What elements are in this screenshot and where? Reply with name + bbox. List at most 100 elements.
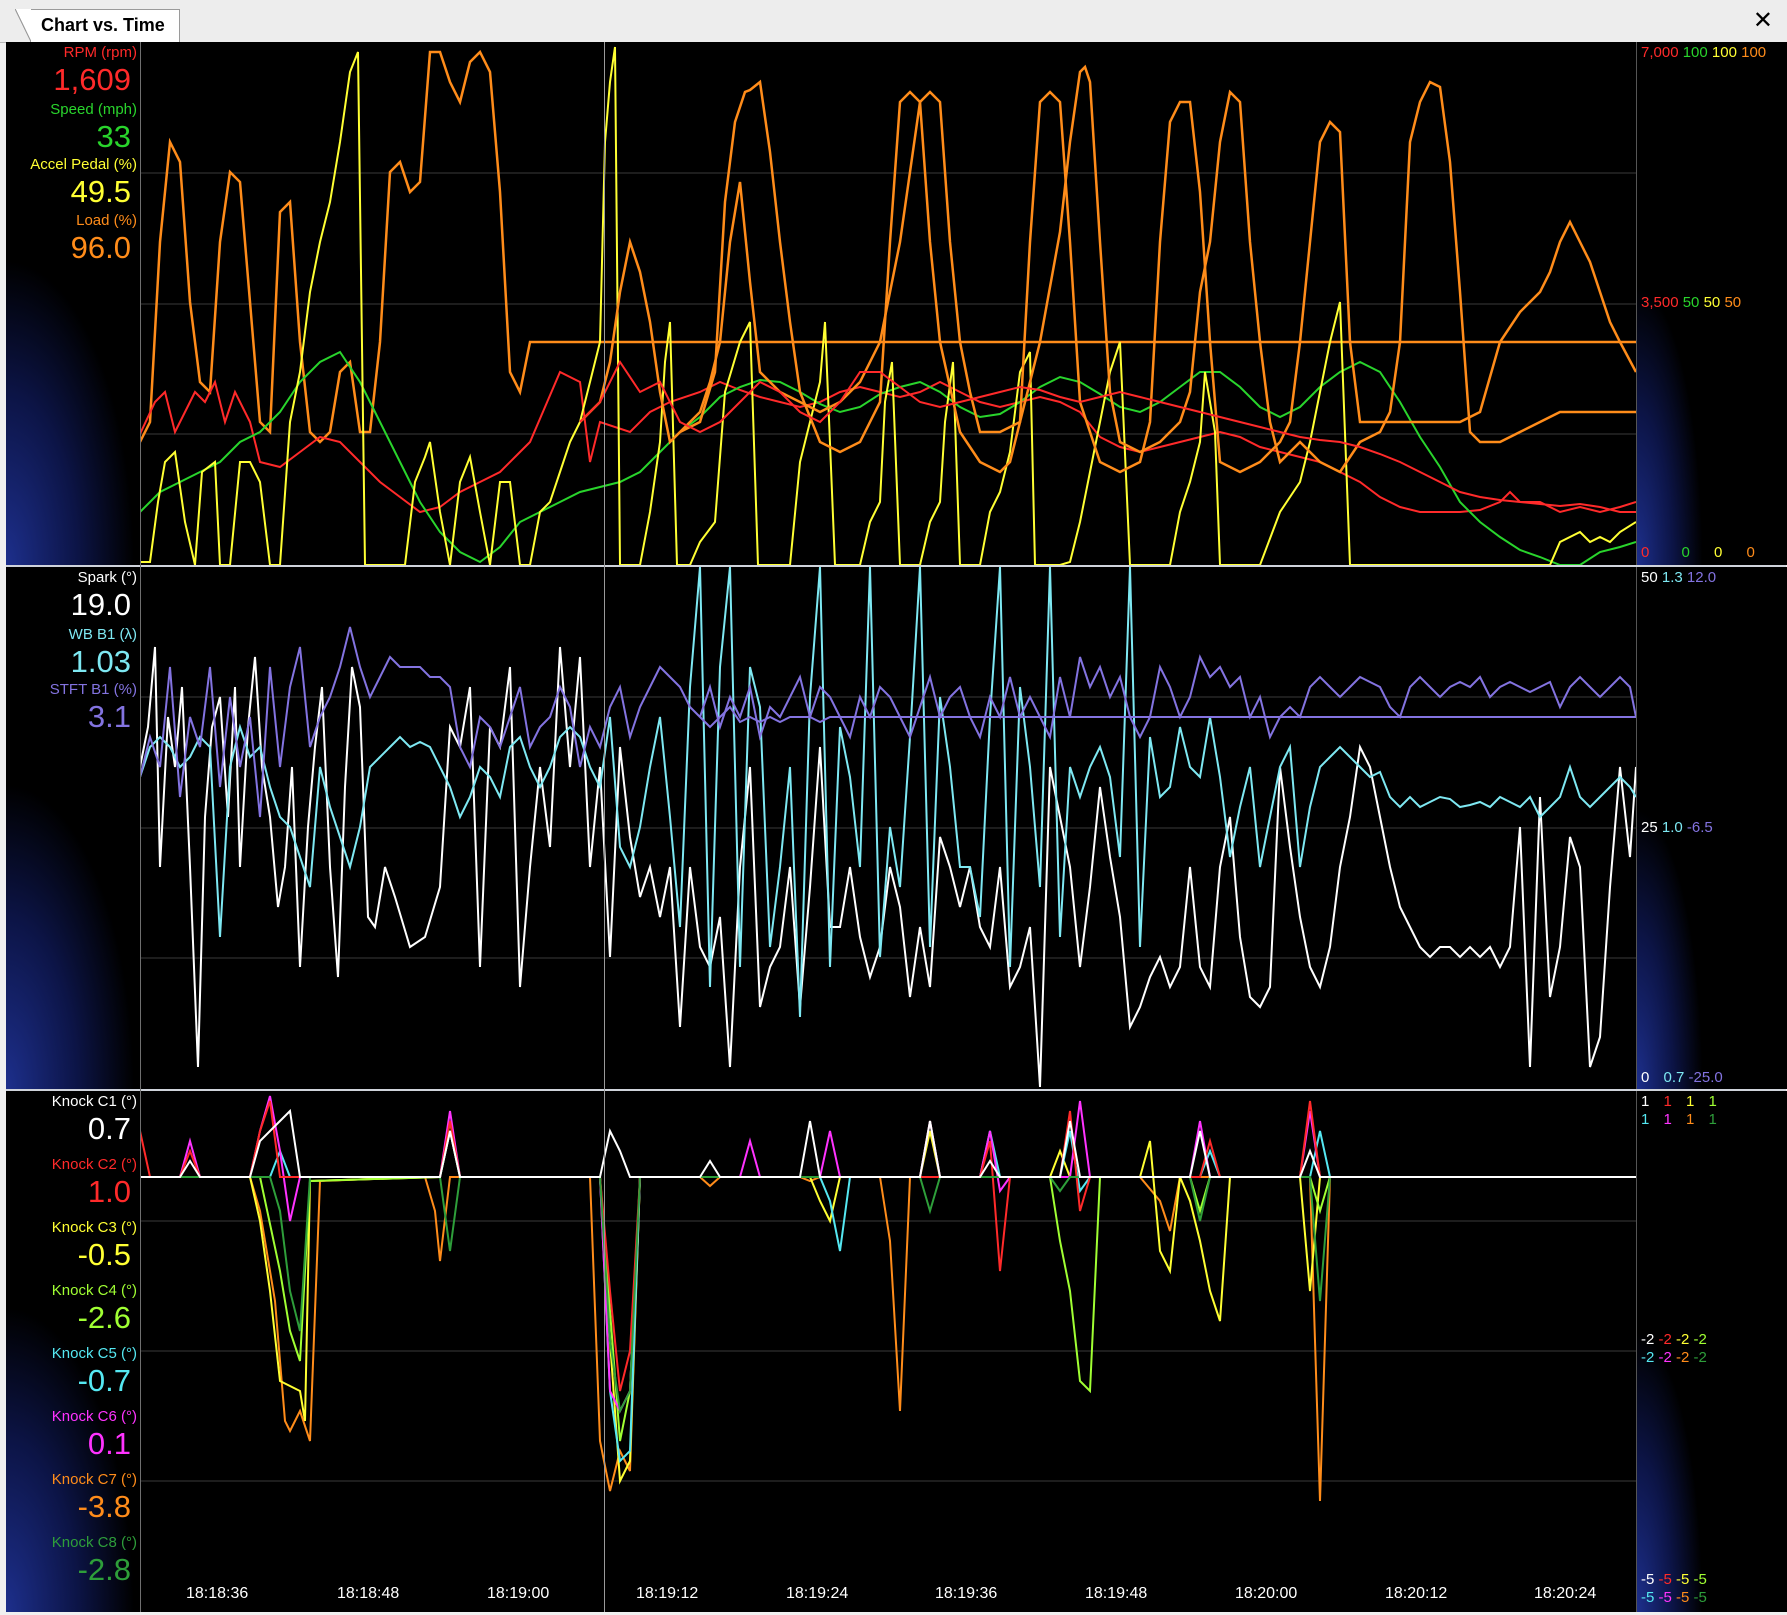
scale-value: -6.5 xyxy=(1686,819,1713,836)
knock-scale: 1 1 1 1 1 1 1 1 -2 -2 -2 -2 -2 -2 -2 -2 … xyxy=(1636,1091,1787,1612)
scale-value: 1 xyxy=(1686,1093,1695,1110)
param-name-knock-c3: Knock C3 (°) xyxy=(51,1219,137,1236)
param-name-knock-c1: Knock C1 (°) xyxy=(51,1093,137,1110)
scale-value: -2 xyxy=(1676,1349,1690,1366)
scale-top: 7,000 100 100 100 xyxy=(1641,44,1766,61)
scale-value: 3,500 xyxy=(1641,294,1679,311)
param-value-load: 96.0 xyxy=(70,230,131,265)
fuel-panel: Spark (°) 19.0 WB B1 (λ) 1.03 STFT B1 (%… xyxy=(6,567,1787,1089)
param-value-knock-c6: 0.1 xyxy=(87,1426,131,1461)
time-tick-label: 18:19:00 xyxy=(487,1585,550,1602)
series-knock-c1 xyxy=(140,1108,1636,1178)
scale-mid: -2 -2 -2 -2 xyxy=(1641,1331,1707,1348)
engine-traces xyxy=(140,46,1636,565)
knock-panel: Knock C1 (°) 0.7 Knock C2 (°) 1.0 Knock … xyxy=(6,1091,1787,1612)
scale-value: 0 xyxy=(1641,544,1650,561)
param-name-knock-c5: Knock C5 (°) xyxy=(51,1345,137,1362)
scale-value: -5 xyxy=(1641,1571,1655,1588)
scale-value: -2 xyxy=(1641,1331,1655,1348)
scale-value: -2 xyxy=(1693,1349,1707,1366)
left-axis-line xyxy=(140,42,141,1612)
scale-value: 0 xyxy=(1746,544,1755,561)
scale-value: -25.0 xyxy=(1688,1069,1723,1086)
scale-value: 1 xyxy=(1708,1093,1717,1110)
scale-value: -5 xyxy=(1641,1589,1655,1606)
scale-top: 50 1.3 12.0 xyxy=(1641,569,1716,586)
scale-value: -2 xyxy=(1658,1349,1672,1366)
param-value-knock-c4: -2.6 xyxy=(77,1300,131,1335)
series-knock-c6 xyxy=(140,1095,1636,1414)
param-name-speed: Speed (mph) xyxy=(50,101,137,118)
engine-panel: RPM (rpm) 1,609 Speed (mph) 33 Accel Ped… xyxy=(6,42,1787,565)
scale-value: -5 xyxy=(1693,1589,1707,1606)
param-name-knock-c6: Knock C6 (°) xyxy=(51,1408,137,1425)
scale-value: 1 xyxy=(1708,1111,1717,1128)
time-tick-label: 18:18:36 xyxy=(186,1585,249,1602)
param-value-wb-b1: 1.03 xyxy=(70,644,131,679)
tab-chart-vs-time[interactable]: Chart vs. Time xyxy=(15,9,180,42)
fuel-plot[interactable] xyxy=(140,567,1636,1089)
scale-value: 1 xyxy=(1641,1093,1650,1110)
param-name-knock-c2: Knock C2 (°) xyxy=(51,1156,137,1173)
engine-labels: RPM (rpm) 1,609 Speed (mph) 33 Accel Ped… xyxy=(6,42,139,565)
scale-value: 1 xyxy=(1686,1111,1695,1128)
param-value-knock-c2: 1.0 xyxy=(87,1174,131,1209)
series-spark xyxy=(140,646,1636,1088)
time-cursor[interactable] xyxy=(604,42,605,1612)
engine-plot[interactable] xyxy=(140,42,1636,565)
time-tick-label: 18:18:48 xyxy=(337,1585,400,1602)
scale-bottom: -5 -5 -5 -5 xyxy=(1641,1571,1707,1588)
scale-value: 50 xyxy=(1703,294,1721,311)
fuel-traces xyxy=(140,567,1636,1088)
scale-bottom-2: -5 -5 -5 -5 xyxy=(1641,1589,1707,1606)
scale-value: 1 xyxy=(1663,1111,1672,1128)
scale-bottom: 0 0 0 0 xyxy=(1641,544,1755,561)
scale-value: 1 xyxy=(1663,1093,1672,1110)
scale-value: -5 xyxy=(1693,1571,1707,1588)
param-name-knock-c7: Knock C7 (°) xyxy=(51,1471,137,1488)
scale-value: 50 xyxy=(1724,294,1742,311)
param-value-spark: 19.0 xyxy=(70,587,131,622)
scale-value: 50 xyxy=(1682,294,1700,311)
series-load-2 xyxy=(579,64,1636,474)
chart-area[interactable]: RPM (rpm) 1,609 Speed (mph) 33 Accel Ped… xyxy=(6,42,1787,1612)
time-tick-label: 18:19:48 xyxy=(1085,1585,1148,1602)
scale-value: 1 xyxy=(1641,1111,1650,1128)
scale-top-2: 1 1 1 1 xyxy=(1641,1111,1717,1128)
param-value-speed: 33 xyxy=(96,119,131,154)
series-stft-b1 xyxy=(140,626,1636,818)
series-knock-c8 xyxy=(140,1176,1636,1415)
scale-value: -5 xyxy=(1658,1571,1672,1588)
param-value-knock-c1: 0.7 xyxy=(87,1111,131,1146)
scale-value: -2 xyxy=(1693,1331,1707,1348)
param-name-stft-b1: STFT B1 (%) xyxy=(49,681,137,698)
fuel-labels: Spark (°) 19.0 WB B1 (λ) 1.03 STFT B1 (%… xyxy=(6,567,139,1089)
param-name-accel: Accel Pedal (%) xyxy=(30,156,137,173)
param-value-stft-b1: 3.1 xyxy=(87,699,131,734)
close-icon[interactable]: ✕ xyxy=(1753,6,1773,36)
scale-value: 100 xyxy=(1741,44,1767,61)
knock-traces xyxy=(140,1095,1636,1502)
param-value-rpm: 1,609 xyxy=(53,62,131,97)
knock-plot[interactable] xyxy=(140,1091,1636,1612)
param-name-load: Load (%) xyxy=(76,212,137,229)
time-tick-label: 18:19:12 xyxy=(636,1585,699,1602)
scale-value: -5 xyxy=(1676,1589,1690,1606)
scale-value: 50 xyxy=(1641,569,1658,586)
param-name-knock-c8: Knock C8 (°) xyxy=(51,1534,137,1551)
series-knock-c3 xyxy=(140,1130,1636,1485)
scale-value: 25 xyxy=(1641,819,1658,836)
scale-value: 100 xyxy=(1682,44,1708,61)
series-knock-c2 xyxy=(140,1100,1636,1392)
series-knock-c5 xyxy=(140,1130,1636,1464)
scale-mid: 3,500 50 50 50 xyxy=(1641,294,1741,311)
tab-bar: Chart vs. Time ✕ xyxy=(0,0,1787,43)
scale-value: 1.0 xyxy=(1661,819,1683,836)
series-load-3 xyxy=(679,79,1636,474)
scale-value: 1.3 xyxy=(1661,569,1683,586)
scale-value: 0 xyxy=(1714,544,1723,561)
scale-value: -5 xyxy=(1676,1571,1690,1588)
scale-value: 7,000 xyxy=(1641,44,1679,61)
param-value-accel: 49.5 xyxy=(70,174,131,209)
scale-value: -2 xyxy=(1676,1331,1690,1348)
